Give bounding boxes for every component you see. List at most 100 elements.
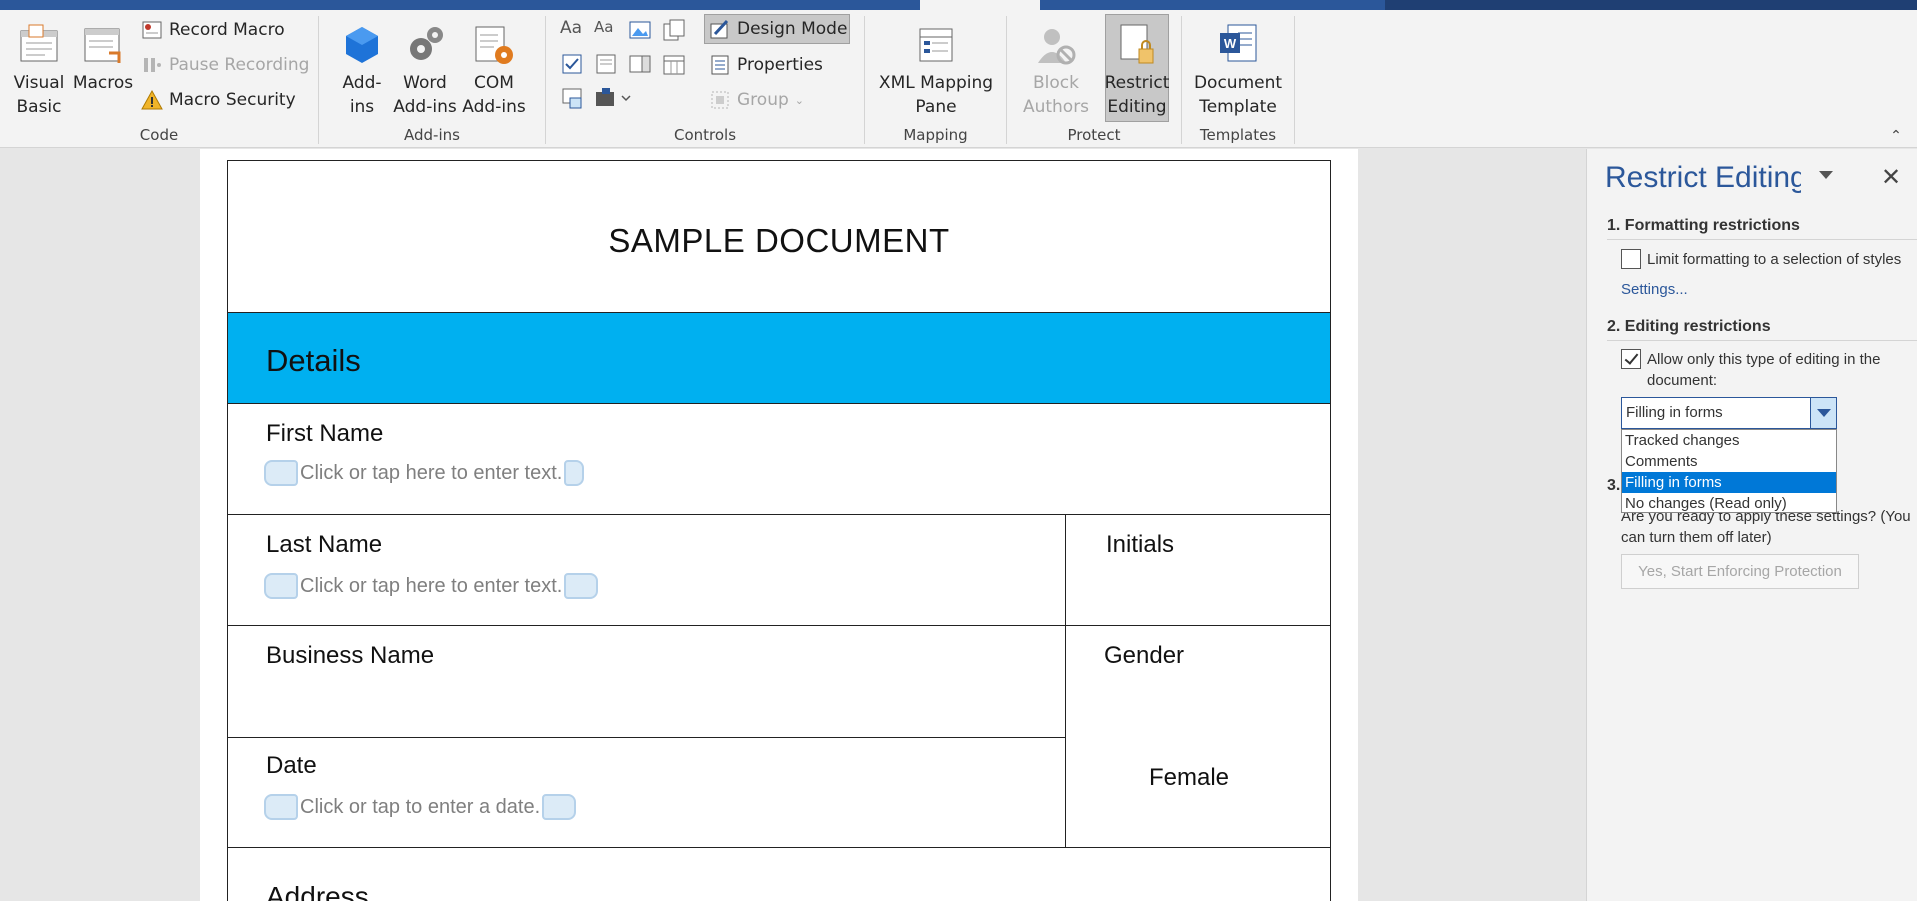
rich-text-control-icon[interactable]: Aa: [560, 18, 584, 42]
document-title: SAMPLE DOCUMENT: [228, 161, 1330, 313]
first-name-label: First Name: [266, 420, 384, 447]
addins-label-1: Add-: [342, 73, 382, 93]
first-name-field[interactable]: Click or tap here to enter text.: [264, 460, 585, 486]
dropdown-option-tracked-changes[interactable]: Tracked changes: [1622, 430, 1836, 451]
macros-label: Macros: [72, 73, 134, 93]
restrict-editing-label-1: Restrict: [1104, 73, 1170, 93]
allow-editing-checkbox[interactable]: [1621, 349, 1641, 369]
collapse-ribbon-icon[interactable]: ⌃: [1887, 127, 1905, 145]
pane-options-icon[interactable]: [1819, 171, 1833, 179]
macro-security-button[interactable]: Macro Security: [136, 85, 301, 115]
dropdown-option-filling-in-forms[interactable]: Filling in forms: [1622, 472, 1836, 493]
group-label-code: Code: [139, 126, 179, 144]
apply-settings-text-2: can turn them off later): [1621, 529, 1772, 546]
combo-box-control-icon[interactable]: [594, 52, 618, 76]
content-control-end-icon: [564, 573, 599, 599]
record-macro-label: Record Macro: [169, 20, 285, 40]
dropdown-option-comments[interactable]: Comments: [1622, 451, 1836, 472]
divider: [1607, 239, 1917, 240]
business-name-label: Business Name: [266, 642, 435, 669]
active-tab-gap: [920, 0, 1040, 10]
restrict-editing-icon: [1113, 19, 1161, 71]
addins-button[interactable]: Add- ins: [333, 14, 391, 120]
xml-mapping-icon: [912, 19, 960, 71]
limit-formatting-checkbox[interactable]: [1621, 249, 1641, 269]
editing-type-value: Filling in forms: [1626, 404, 1723, 421]
group-templates: W Document Template Templates: [1182, 10, 1294, 148]
gears-icon: [401, 19, 449, 71]
properties-button[interactable]: Properties: [704, 50, 828, 80]
group-icon: [709, 89, 731, 111]
xml-mapping-label-1: XML Mapping: [878, 73, 994, 93]
restrict-editing-button[interactable]: Restrict Editing: [1105, 14, 1169, 122]
addins-label-2: ins: [349, 97, 375, 117]
com-addins-icon: [470, 19, 518, 71]
ribbon: Visual Basic Macros Record Macro Pause R…: [0, 10, 1917, 148]
legacy-tools-icon[interactable]: [594, 86, 634, 110]
initials-label: Initials: [1106, 531, 1175, 558]
last-name-label: Last Name: [266, 531, 383, 558]
pane-title: Restrict Editing: [1605, 161, 1801, 194]
gender-label: Gender: [1104, 642, 1185, 669]
visual-basic-label-2: Basic: [16, 97, 62, 117]
plain-text-control-icon[interactable]: Aa: [594, 18, 618, 42]
record-macro-button[interactable]: Record Macro: [136, 15, 290, 45]
close-icon[interactable]: ✕: [1877, 163, 1905, 191]
first-name-placeholder: Click or tap here to enter text.: [300, 461, 563, 484]
document-area: SAMPLE DOCUMENT Details First Name Click…: [0, 149, 1586, 901]
column-divider: [1065, 515, 1066, 848]
content-control-end-icon: [564, 460, 585, 486]
word-addins-label-1: Word: [403, 73, 447, 93]
date-picker-control-icon[interactable]: [662, 52, 686, 76]
date-field[interactable]: Click or tap to enter a date.: [264, 794, 577, 820]
block-authors-button[interactable]: Block Authors: [1017, 14, 1095, 120]
building-block-control-icon[interactable]: [662, 18, 686, 42]
allow-editing-label-2: document:: [1647, 372, 1718, 389]
content-control-handle-icon: [264, 460, 298, 486]
start-enforcement-number: 3.: [1607, 477, 1621, 494]
xml-mapping-pane-button[interactable]: XML Mapping Pane: [871, 14, 1001, 120]
visual-basic-button[interactable]: Visual Basic: [8, 14, 70, 120]
settings-link[interactable]: Settings...: [1621, 281, 1688, 298]
details-band: Details: [228, 313, 1330, 404]
date-placeholder: Click or tap to enter a date.: [300, 795, 541, 818]
address-label: Address: [266, 881, 369, 901]
pause-recording-button[interactable]: Pause Recording: [136, 50, 314, 80]
start-enforcing-button[interactable]: Yes, Start Enforcing Protection: [1621, 554, 1859, 589]
group-label-templates: Templates: [1199, 126, 1277, 144]
block-authors-icon: [1032, 19, 1080, 71]
word-addins-button[interactable]: Word Add-ins: [391, 14, 459, 120]
editing-type-dropdown: Tracked changes Comments Filling in form…: [1621, 429, 1837, 513]
checkbox-control-icon[interactable]: [560, 52, 584, 76]
word-document-icon: W: [1214, 19, 1262, 71]
visual-basic-label-1: Visual: [13, 73, 65, 93]
group-label: Group: [737, 90, 789, 110]
record-macro-icon: [141, 19, 163, 41]
properties-icon: [709, 54, 731, 76]
limit-formatting-label: Limit formatting to a selection of style…: [1647, 251, 1902, 268]
group-controls: Aa Aa Design Mode Properties Group ⌄ Con…: [546, 10, 864, 148]
content-control-handle-icon: [264, 573, 298, 599]
picture-control-icon[interactable]: [628, 18, 652, 42]
macros-button[interactable]: Macros: [70, 14, 136, 96]
dropdown-list-control-icon[interactable]: [628, 52, 652, 76]
chevron-down-icon[interactable]: [1810, 398, 1836, 428]
com-addins-label-1: COM: [474, 73, 514, 93]
design-mode-button[interactable]: Design Mode: [704, 14, 850, 44]
group-label-addins: Add-ins: [404, 126, 460, 144]
form-table: SAMPLE DOCUMENT Details First Name Click…: [227, 160, 1331, 901]
dropdown-option-no-changes[interactable]: No changes (Read only): [1622, 493, 1836, 514]
block-authors-label-1: Block: [1033, 73, 1079, 93]
title-bar-strip: [0, 0, 1917, 10]
com-addins-label-2: Add-ins: [462, 97, 526, 117]
last-name-field[interactable]: Click or tap here to enter text.: [264, 573, 599, 599]
first-name-cell: First Name Click or tap here to enter te…: [228, 404, 1330, 515]
properties-label: Properties: [737, 55, 823, 75]
editing-type-select[interactable]: Filling in forms: [1621, 397, 1837, 429]
repeating-section-control-icon[interactable]: [560, 86, 584, 110]
chevron-down-icon: ⌄: [794, 93, 804, 107]
document-template-button[interactable]: W Document Template: [1190, 14, 1286, 120]
com-addins-button[interactable]: COM Add-ins: [459, 14, 529, 120]
group-button[interactable]: Group ⌄: [704, 85, 809, 115]
visual-basic-icon: [15, 19, 63, 71]
